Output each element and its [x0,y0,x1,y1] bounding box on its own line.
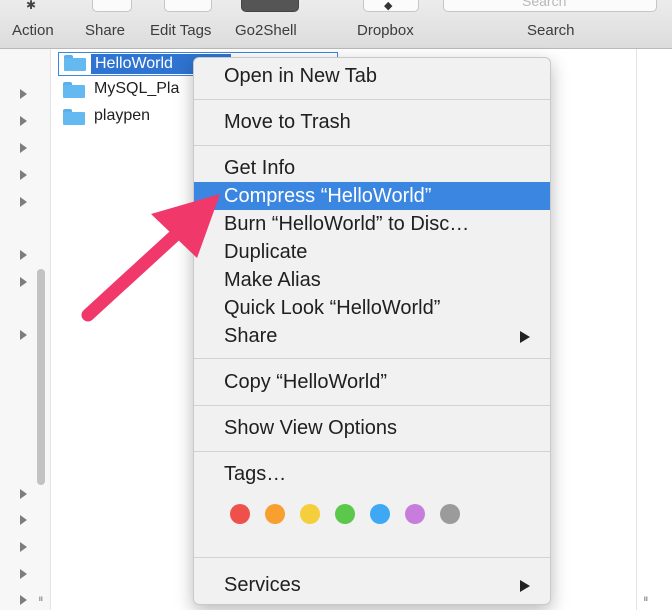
dropbox-label: Dropbox [357,22,414,39]
column-resize-grip-icon[interactable]: ⏸ [643,592,649,606]
file-name: HelloWorld [95,55,173,72]
menu-separator [194,358,550,359]
disclosure-triangle-icon[interactable] [20,515,27,525]
menu-separator [194,405,550,406]
file-name: playpen [94,107,151,124]
menu-item-label: Services [224,574,301,596]
menu-item-label: Open in New Tab [224,65,378,87]
disclosure-triangle-icon[interactable] [20,197,27,207]
go2shell-label: Go2Shell [235,22,297,39]
disclosure-triangle-icon[interactable] [20,116,27,126]
menu-item-label: Make Alias [224,269,321,291]
share-label: Share [85,22,126,39]
dropbox-icon: ◆ [363,0,419,12]
disclosure-triangle-icon[interactable] [20,542,27,552]
menu-item-label: Show View Options [224,417,398,439]
file-name: MySQL_Pla [94,80,180,97]
menu-item-make-alias[interactable]: Make Alias [194,266,550,294]
menu-separator [194,557,550,558]
folder-icon [63,109,85,125]
parent-column: ⏸ [0,49,51,610]
menu-separator [194,99,550,100]
disclosure-triangle-icon[interactable] [20,595,27,605]
submenu-arrow-icon [520,331,530,343]
menu-item-label: Get Info [224,157,296,179]
tag-icon [164,0,212,12]
gear-icon: ✱ [26,0,37,12]
menu-item-label: Tags… [224,463,287,485]
menu-item-label: Compress “HelloWorld” [224,185,432,207]
menu-item-label: Burn “HelloWorld” to Disc… [224,213,470,235]
menu-separator [194,145,550,146]
disclosure-triangle-icon[interactable] [20,330,27,340]
menu-item-copy[interactable]: Copy “HelloWorld” [194,368,550,396]
next-column: ⏸ [636,49,672,610]
menu-item-label: Quick Look “HelloWorld” [224,297,441,319]
menu-item-show-view-options[interactable]: Show View Options [194,414,550,442]
menu-item-share[interactable]: Share [194,322,550,350]
scrollbar-thumb[interactable] [37,269,45,485]
vertical-scrollbar[interactable] [34,259,48,539]
action-label: Action [12,22,54,39]
tag-red-dot[interactable] [230,504,250,524]
disclosure-triangle-icon[interactable] [20,143,27,153]
menu-item-open-in-new-tab[interactable]: Open in New Tab [194,62,550,90]
context-menu: Open in New Tab Move to Trash Get Info C… [193,57,551,605]
column-resize-grip-icon[interactable]: ⏸ [38,592,44,606]
tag-gray-dot[interactable] [440,504,460,524]
menu-item-services[interactable]: Services [194,571,550,599]
menu-separator [194,451,550,452]
edit-tags-label: Edit Tags [150,22,212,39]
finder-toolbar: ✱ Action Share Edit Tags Go2Shell ◆ Drop… [0,0,672,49]
search-placeholder: Search [522,0,567,9]
menu-item-label: Copy “HelloWorld” [224,371,388,393]
menu-item-move-to-trash[interactable]: Move to Trash [194,108,550,136]
menu-item-tags[interactable]: Tags… [194,460,550,488]
menu-item-label: Move to Trash [224,111,351,133]
menu-item-burn-to-disc[interactable]: Burn “HelloWorld” to Disc… [194,210,550,238]
disclosure-triangle-icon[interactable] [20,89,27,99]
folder-icon [63,82,85,98]
submenu-arrow-icon [520,580,530,592]
terminal-icon [241,0,299,12]
menu-item-label: Share [224,325,278,347]
disclosure-triangle-icon[interactable] [20,170,27,180]
tag-yellow-dot[interactable] [300,504,320,524]
menu-item-label: Duplicate [224,241,308,263]
disclosure-triangle-icon[interactable] [20,250,27,260]
tag-blue-dot[interactable] [370,504,390,524]
folder-icon [64,55,86,71]
menu-item-compress[interactable]: Compress “HelloWorld” [194,182,550,210]
search-label: Search [527,22,575,39]
menu-item-quick-look[interactable]: Quick Look “HelloWorld” [194,294,550,322]
menu-item-duplicate[interactable]: Duplicate [194,238,550,266]
disclosure-triangle-icon[interactable] [20,489,27,499]
tag-purple-dot[interactable] [405,504,425,524]
disclosure-triangle-icon[interactable] [20,569,27,579]
menu-item-get-info[interactable]: Get Info [194,154,550,182]
disclosure-triangle-icon[interactable] [20,277,27,287]
tag-green-dot[interactable] [335,504,355,524]
search-input[interactable]: Search [443,0,657,12]
share-icon [92,0,132,12]
tag-orange-dot[interactable] [265,504,285,524]
